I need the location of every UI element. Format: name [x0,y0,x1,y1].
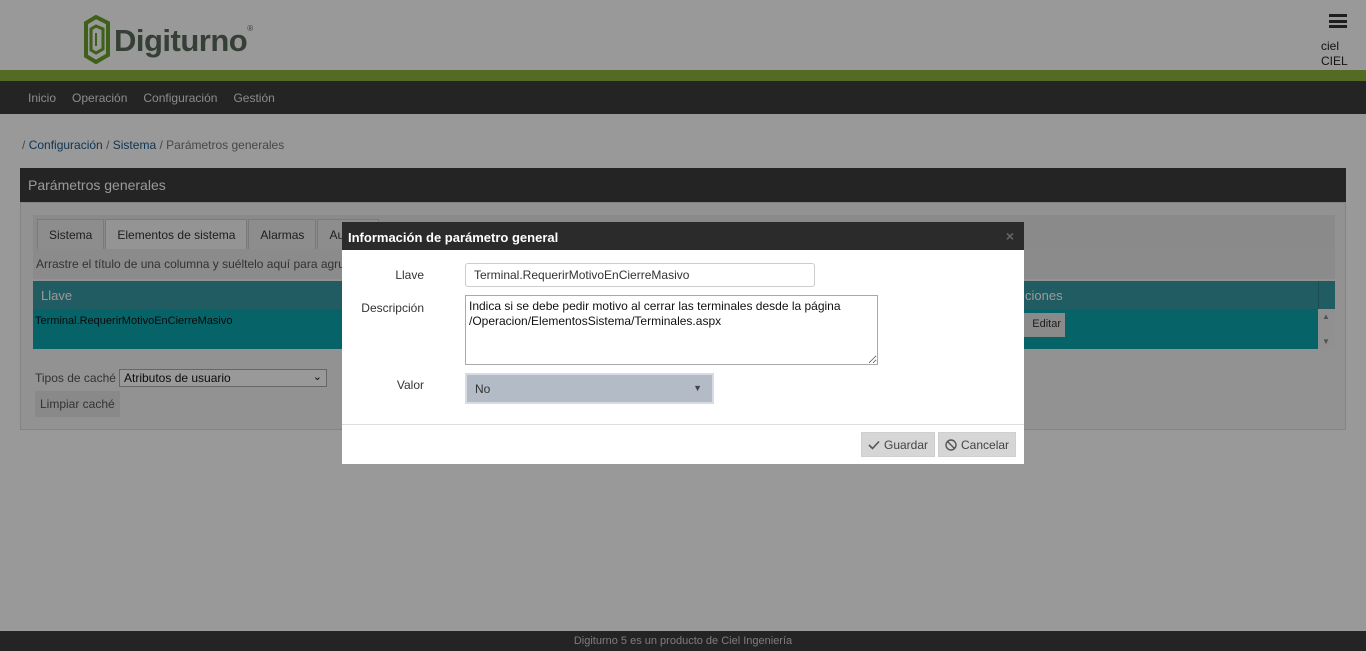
dialog-divider [342,424,1024,425]
valor-value: No [475,382,491,396]
cancel-button[interactable]: Cancelar [938,432,1017,457]
save-button[interactable]: Guardar [861,432,936,457]
descripcion-field[interactable]: Indica si se debe pedir motivo al cerrar… [465,295,878,365]
caret-down-icon: ▼ [693,383,702,393]
dialog-title: Información de parámetro general [348,230,559,245]
valor-select[interactable]: No ▼ [465,373,714,404]
llave-field[interactable] [465,263,815,287]
save-label: Guardar [884,437,929,452]
cancel-icon [945,438,957,451]
descripcion-label: Descripción [361,301,424,315]
dialog-title-bar: Información de parámetro general × [342,222,1024,250]
cancel-label: Cancelar [961,437,1010,452]
llave-label: Llave [395,268,424,282]
parameter-dialog: Información de parámetro general × Llave… [342,222,1024,464]
valor-label: Valor [396,378,424,392]
check-icon [868,440,880,450]
close-icon[interactable]: × [1006,228,1014,244]
